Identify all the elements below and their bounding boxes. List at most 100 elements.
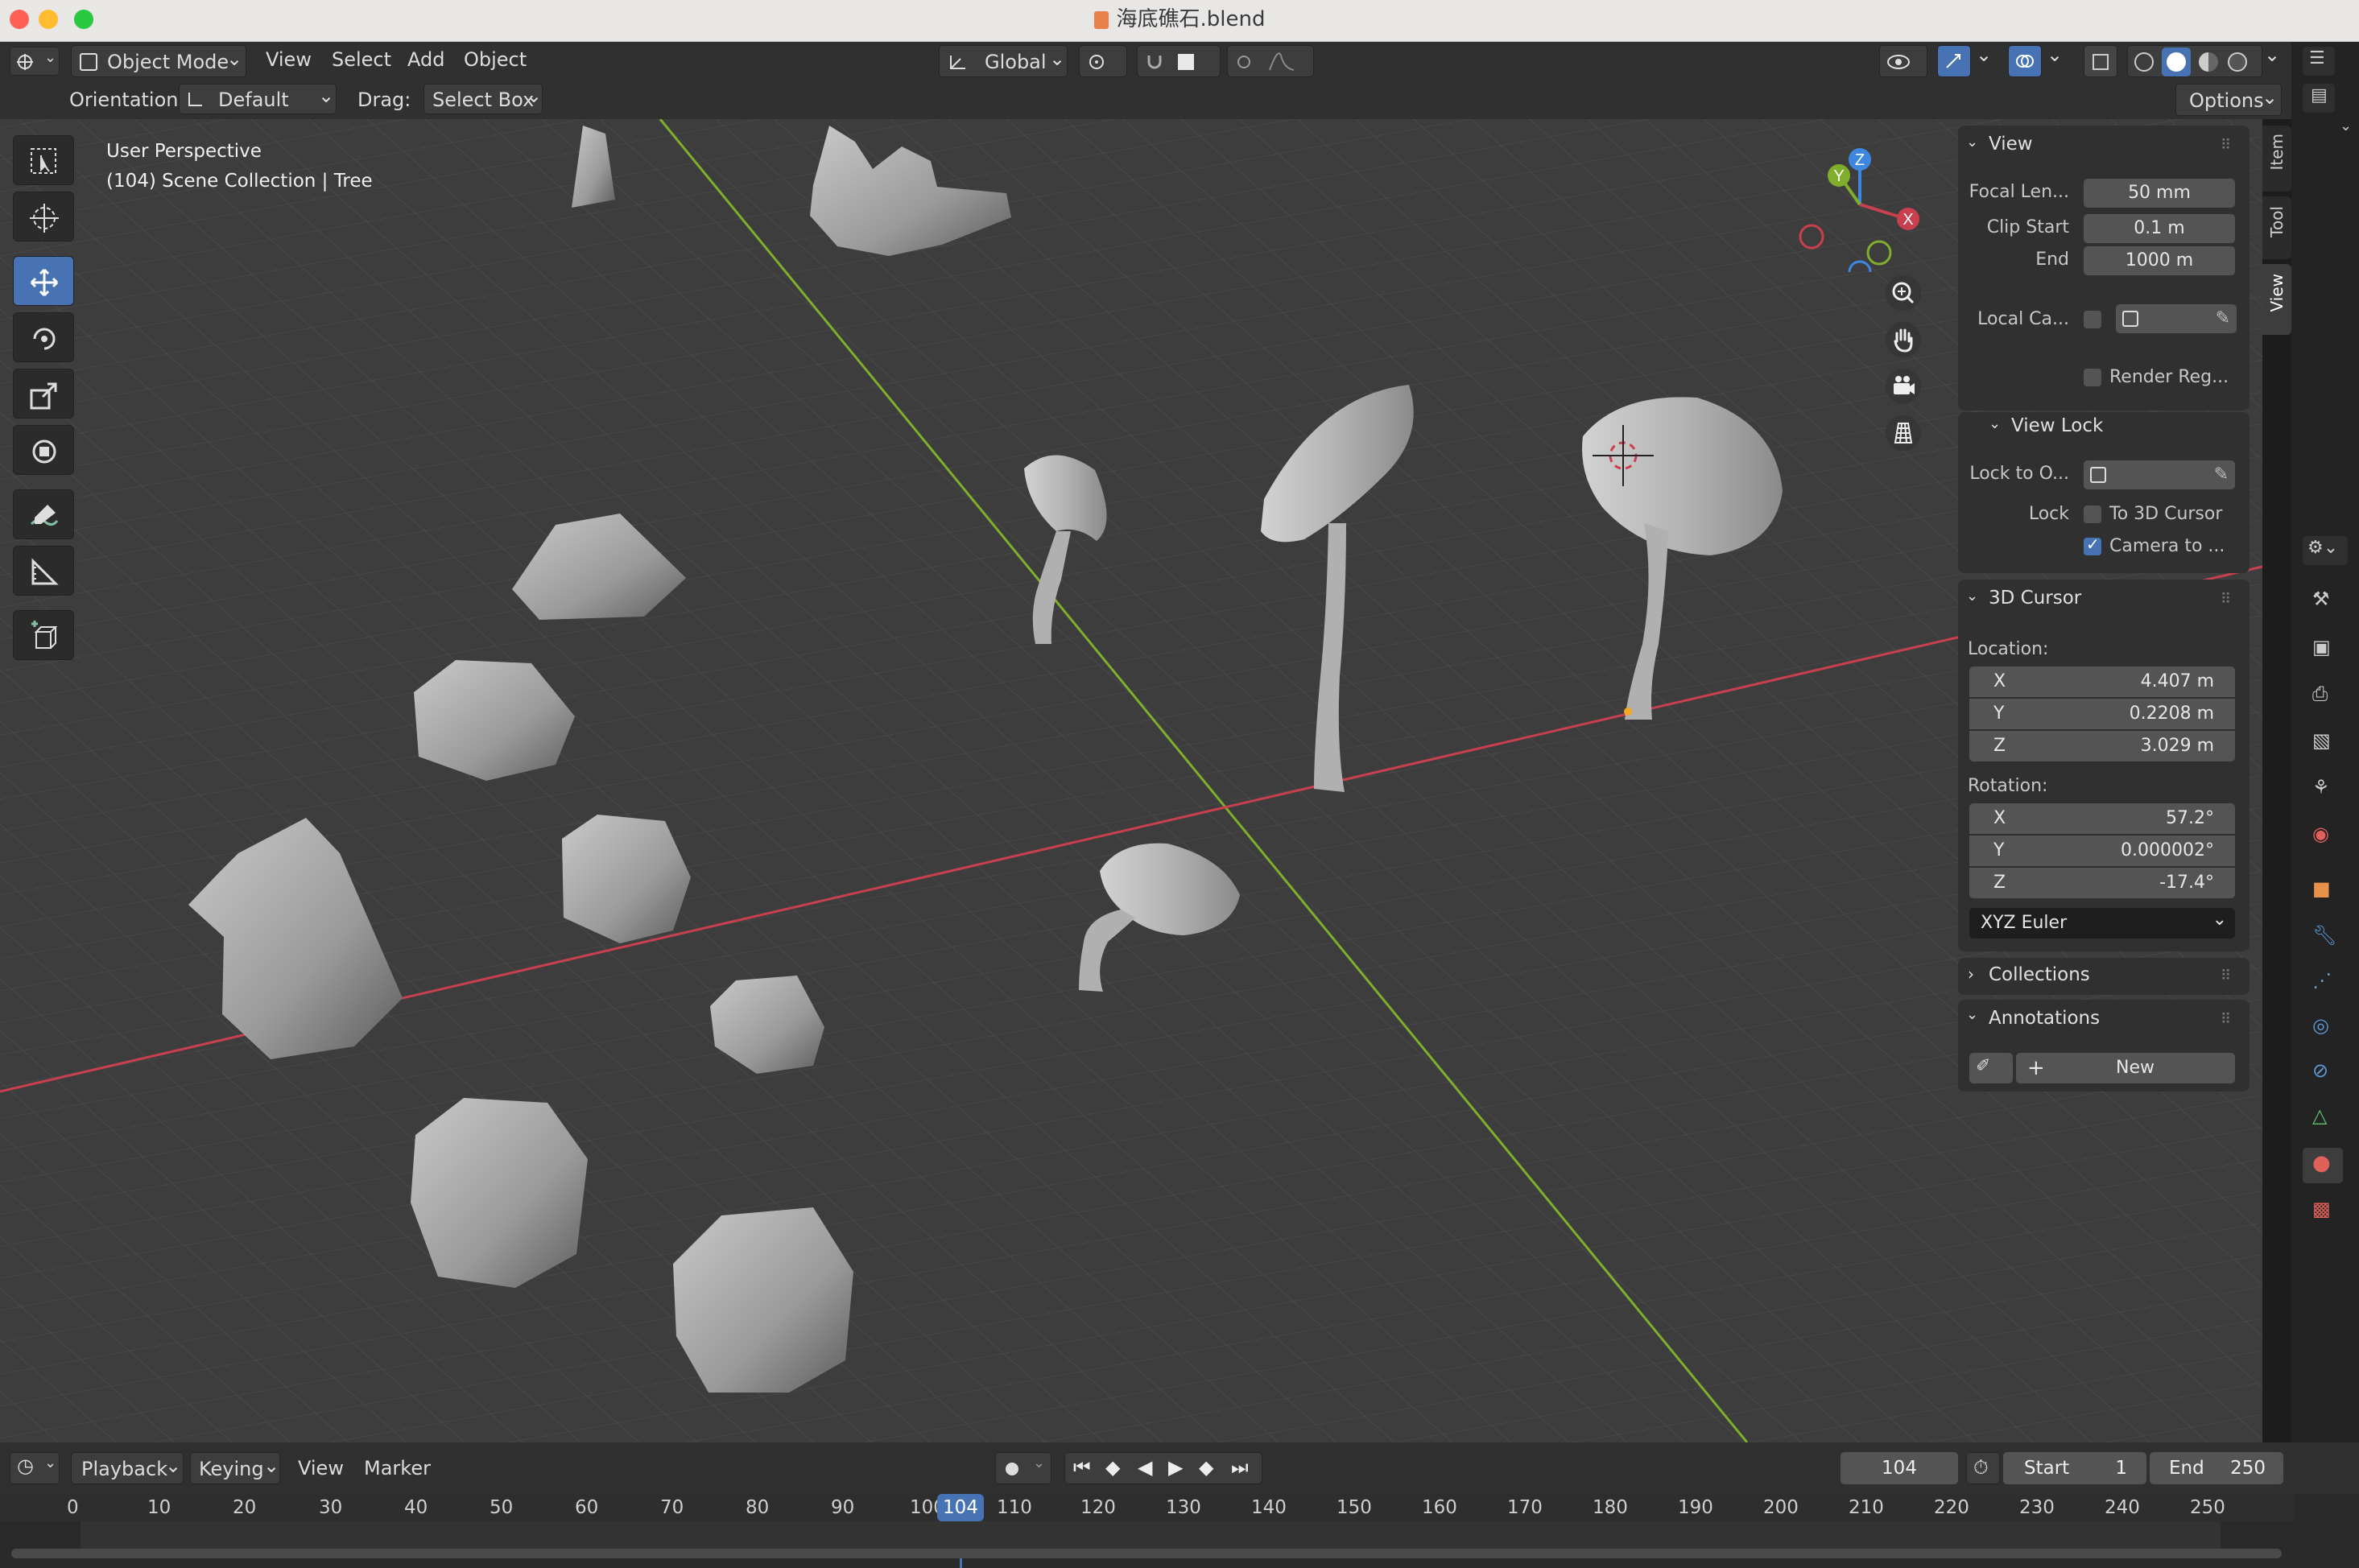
axis-gizmo-icon[interactable]: Z X Y [1795,143,1924,284]
chevron-down-icon[interactable]: ⌄ [1966,588,1978,605]
move-tool[interactable] [13,256,74,306]
chevron-right-icon[interactable]: › [1968,964,1974,984]
drag-handle-icon[interactable]: ⠿ [2221,591,2231,608]
rotation-z-field[interactable]: Z -17.4° [1969,868,2235,898]
output-properties-tab[interactable]: ⎙ [2304,681,2340,710]
constraint-properties-tab[interactable]: ⊘ [2304,1058,2340,1087]
view-layer-properties-tab[interactable]: ▧ [2304,728,2340,757]
material-preview-icon[interactable] [2199,52,2218,72]
rotation-x-field[interactable]: X 57.2° [1969,803,2235,834]
eyedropper-icon[interactable]: ✎ [2214,460,2229,489]
outliner-editor-type-button[interactable]: ☰ [2303,47,2335,76]
location-y-field[interactable]: Y 0.2208 m [1969,699,2235,729]
to-3d-cursor-checkbox[interactable] [2084,505,2101,523]
snap-group[interactable] [1137,45,1221,77]
sidebar-tab-tool[interactable]: Tool [2262,196,2291,259]
snap-increment-icon[interactable] [1178,54,1194,70]
scale-tool[interactable] [13,369,74,419]
proportional-editing-icon[interactable] [1237,56,1250,68]
playback-menu[interactable]: Playback ⌄ [71,1452,184,1484]
options-dropdown[interactable]: Options ⌄ [2175,84,2282,116]
add-cube-tool[interactable] [13,610,74,660]
orientation-dropdown[interactable]: Default ⌄ [179,84,337,114]
menu-select[interactable]: Select [332,48,391,71]
wireframe-shading-icon[interactable] [2134,52,2154,72]
location-x-field[interactable]: X 4.407 m [1969,666,2235,697]
tool-properties-tab[interactable]: ⚒ [2304,586,2340,615]
select-box-tool[interactable] [13,135,74,185]
eyedropper-icon[interactable]: ✎ [2216,304,2230,333]
chevron-down-icon[interactable]: ⌄ [1976,43,1992,66]
new-annotation-button[interactable]: + New [2016,1053,2235,1083]
clip-end-field[interactable]: 1000 m [2084,246,2235,275]
drag-handle-icon[interactable]: ⠿ [2221,1011,2231,1028]
timeline-body[interactable]: 0 10 20 30 40 50 60 70 80 90 100 104 110… [0,1494,2359,1568]
rock[interactable] [411,1098,588,1288]
timeline-editor-type-button[interactable]: ◷ ⌄ [10,1452,60,1484]
jump-end-icon[interactable]: ⏭︎ [1231,1456,1249,1479]
rotation-y-field[interactable]: Y 0.000002° [1969,836,2235,866]
mode-dropdown[interactable]: Object Mode ⌄ [71,45,246,77]
sidebar-tab-item[interactable]: Item [2262,126,2291,192]
projection-toggle-button[interactable] [1886,415,1921,451]
annotations-title[interactable]: Annotations [1989,1008,2100,1029]
outliner-filter-button[interactable]: ▤ [2303,84,2335,113]
keying-menu[interactable]: Keying ⌄ [190,1452,280,1484]
location-z-field[interactable]: Z 3.029 m [1969,731,2235,761]
start-frame-field[interactable]: Start 1 [2003,1452,2146,1484]
camera-view-button[interactable] [1886,369,1921,404]
menu-view[interactable]: View [266,48,312,71]
chevron-down-icon[interactable]: ⌄ [2264,43,2280,66]
render-properties-tab[interactable]: ▣ [2304,634,2340,663]
timeline-scrollbar[interactable] [11,1549,2282,1558]
rotate-tool[interactable] [13,312,74,362]
scene-properties-tab[interactable]: ⚘ [2304,774,2340,803]
cursor-tool[interactable] [13,192,74,241]
view-panel-title[interactable]: View [1989,134,2033,155]
chevron-down-icon[interactable]: ⌄ [1989,415,2001,432]
shading-mode-group[interactable] [2127,45,2262,77]
jump-start-icon[interactable]: ⏮︎ [1073,1456,1091,1479]
measure-tool[interactable] [13,546,74,596]
transform-tool[interactable] [13,425,74,475]
menu-object[interactable]: Object [464,48,527,71]
gizmo-toggle-button[interactable] [1937,45,1971,77]
drag-handle-icon[interactable]: ⠿ [2221,137,2231,154]
collections-title[interactable]: Collections [1989,964,2090,985]
annotation-layer-dropdown[interactable]: ✐ [1969,1053,2013,1083]
chevron-down-icon[interactable]: ⌄ [1966,134,1978,151]
chevron-down-icon[interactable]: ⌄ [2340,118,2352,134]
drag-dropdown[interactable]: Select Box ⌄ [423,84,543,114]
sidebar-tab-view[interactable]: View [2262,264,2291,335]
rotation-mode-dropdown[interactable]: XYZ Euler ⌄ [1969,908,2235,939]
menu-add[interactable]: Add [407,48,444,71]
camera-to-view-checkbox[interactable]: ✓ [2084,534,2101,555]
local-camera-field[interactable]: ✎ [2116,304,2237,333]
annotate-tool[interactable] [13,489,74,539]
focal-length-field[interactable]: 50 mm [2084,179,2235,208]
world-properties-tab[interactable]: ◉ [2304,821,2340,850]
lock-to-object-field[interactable]: ✎ [2084,460,2235,489]
material-properties-tab[interactable]: ● [2303,1148,2343,1183]
pan-button[interactable] [1886,322,1921,357]
data-properties-tab[interactable]: △ [2304,1103,2340,1132]
view-lock-title[interactable]: View Lock [2011,415,2103,436]
properties-editor-type-button[interactable]: ⚙⌄ [2303,536,2348,565]
physics-properties-tab[interactable]: ◎ [2304,1013,2340,1042]
play-icon[interactable]: ▶ [1168,1456,1183,1479]
xray-toggle-button[interactable] [2084,45,2117,77]
particle-properties-tab[interactable]: ⋰ [2304,968,2340,997]
visibility-dropdown[interactable] [1879,45,1927,77]
3d-cursor-title[interactable]: 3D Cursor [1989,588,2081,609]
navigation-gizmo[interactable]: Z X Y [1795,143,1924,284]
local-camera-checkbox[interactable] [2084,311,2101,328]
transform-orientation-dropdown[interactable]: Global ⌄ [939,45,1068,77]
editor-type-button[interactable]: ⌄ [10,47,60,76]
proportional-editing-group[interactable] [1227,45,1314,77]
end-frame-field[interactable]: End 250 [2150,1452,2283,1484]
zoom-button[interactable] [1886,275,1921,311]
playhead-frame-label[interactable]: 104 [937,1494,984,1521]
solid-shading-button[interactable] [2162,47,2191,76]
modifier-properties-tab[interactable]: 🔧︎ [2304,922,2340,951]
next-keyframe-icon[interactable]: ◆ [1199,1456,1213,1479]
